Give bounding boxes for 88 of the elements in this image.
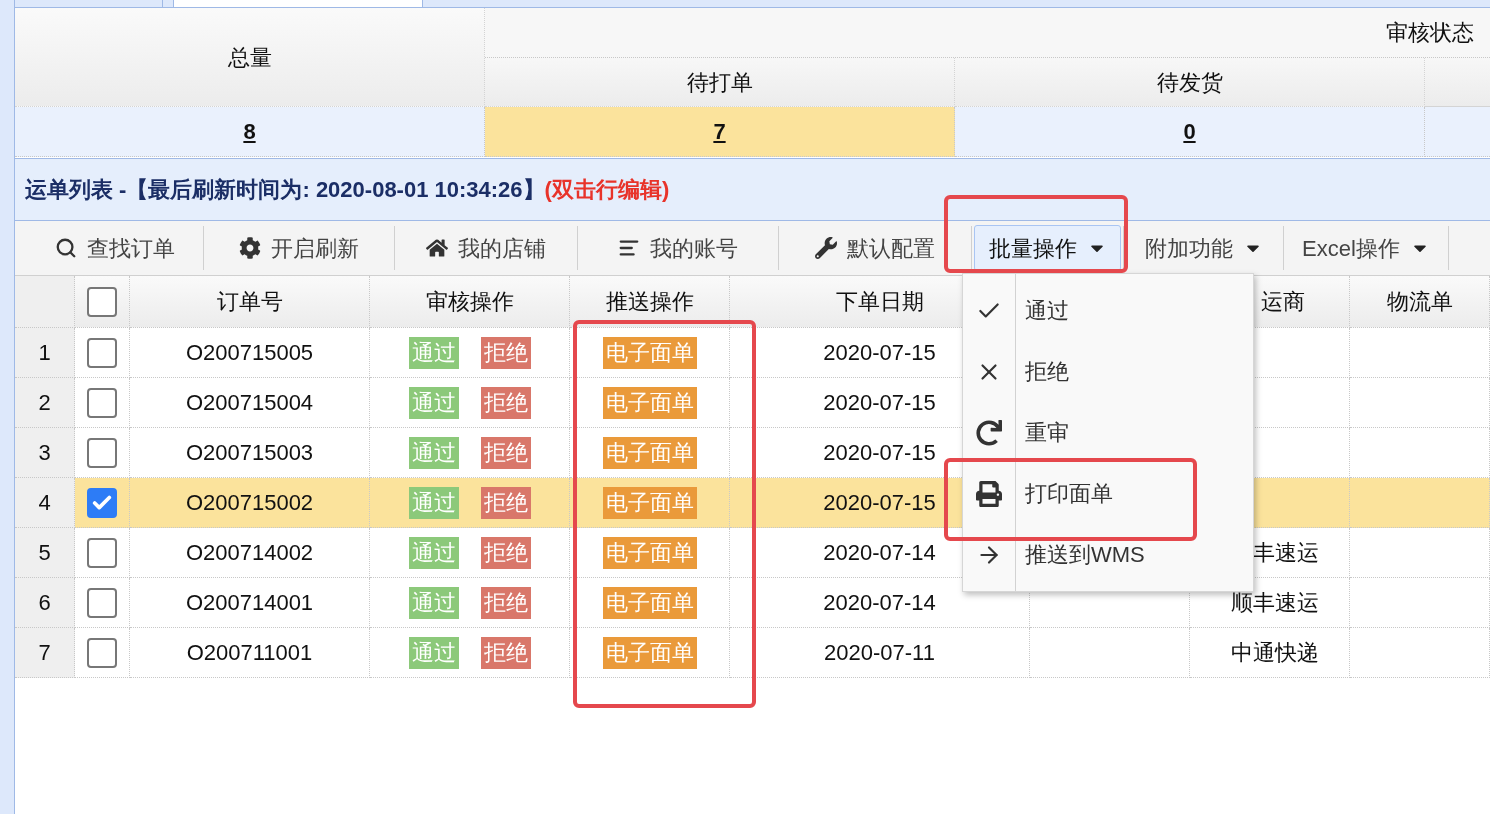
order-date: 2020-07-14 <box>823 589 936 617</box>
lines-icon <box>618 237 640 259</box>
column-header: 推送操作 <box>605 288 694 316</box>
waybill-tag[interactable]: 电子面单 <box>602 336 697 369</box>
order-date: 2020-07-11 <box>824 639 935 667</box>
order-number: O200715004 <box>185 389 314 417</box>
waybill-tag[interactable]: 电子面单 <box>602 536 697 569</box>
row-number: 2 <box>38 389 51 417</box>
order-date: 2020-07-15 <box>823 439 936 467</box>
order-number: O200715005 <box>185 339 314 367</box>
carrier-name: 顺丰速运 <box>1231 589 1319 617</box>
approve-tag[interactable]: 通过 <box>408 436 459 469</box>
row-number: 4 <box>38 489 51 517</box>
carrier-name: 中通快递 <box>1231 639 1319 667</box>
toolbar-button[interactable]: 查找订单 <box>29 225 201 271</box>
checkbox[interactable] <box>87 337 117 368</box>
approve-tag[interactable]: 通过 <box>408 486 459 519</box>
redo-icon <box>976 419 1002 446</box>
column-header: 审核操作 <box>425 288 514 316</box>
reject-tag[interactable]: 拒绝 <box>480 536 531 569</box>
menu-item[interactable]: 重审 <box>963 402 1253 463</box>
checkbox[interactable] <box>87 387 117 418</box>
gear-icon <box>239 237 261 259</box>
checkbox[interactable] <box>87 487 117 518</box>
waybill-tag[interactable]: 电子面单 <box>602 586 697 619</box>
toolbar-button[interactable]: 开启刷新 <box>206 225 392 271</box>
dropdown-button[interactable]: 附加功能 <box>1126 225 1281 271</box>
approve-tag[interactable]: 通过 <box>408 536 459 569</box>
table-header: 总量 <box>15 8 485 107</box>
toolbar-button[interactable]: 默认配置 <box>781 225 969 271</box>
count-cell[interactable]: 8 <box>15 107 485 157</box>
order-number: O200715002 <box>185 489 314 517</box>
count-cell[interactable]: 0 <box>955 107 1425 157</box>
row-number: 5 <box>38 539 51 567</box>
table-header: 待打单 <box>485 58 955 107</box>
approve-tag[interactable]: 通过 <box>408 586 459 619</box>
order-number: O200714002 <box>185 539 314 567</box>
table-header: 待发货 <box>955 58 1425 107</box>
waybill-tag[interactable]: 电子面单 <box>602 636 697 669</box>
waybill-tag[interactable]: 电子面单 <box>602 386 697 419</box>
waybill-tag[interactable]: 电子面单 <box>602 436 697 469</box>
row-number: 3 <box>38 439 51 467</box>
checkbox[interactable] <box>87 286 117 317</box>
order-number: O200711001 <box>186 639 313 667</box>
order-date: 2020-07-15 <box>823 489 936 517</box>
menu-item[interactable]: 拒绝 <box>963 341 1253 402</box>
column-header: 下单日期 <box>835 288 924 316</box>
column-header: 运商 <box>1261 288 1305 316</box>
approve-tag[interactable]: 通过 <box>408 386 459 419</box>
toolbar-button[interactable]: 我的店铺 <box>397 225 575 271</box>
dropdown-button[interactable]: 批量操作 <box>974 225 1121 271</box>
order-date: 2020-07-15 <box>823 389 936 417</box>
reject-tag[interactable]: 拒绝 <box>480 586 531 619</box>
menu-item[interactable]: 推送到WMS <box>963 524 1253 585</box>
checkbox[interactable] <box>87 637 117 668</box>
wrench-icon <box>815 237 837 259</box>
group-header: 审核状态 <box>1386 19 1474 47</box>
checkbox[interactable] <box>87 587 117 618</box>
edit-hint: (双击行编辑) <box>544 176 670 204</box>
dropdown-button[interactable]: Excel操作 <box>1286 225 1446 271</box>
reject-tag[interactable]: 拒绝 <box>480 636 531 669</box>
toolbar-button[interactable]: 我的账号 <box>580 225 776 271</box>
reject-tag[interactable]: 拒绝 <box>480 486 531 519</box>
waybill-tag[interactable]: 电子面单 <box>602 486 697 519</box>
reject-tag[interactable]: 拒绝 <box>480 386 531 419</box>
order-date: 2020-07-15 <box>823 339 936 367</box>
printer-icon <box>976 480 1002 507</box>
order-number: O200715003 <box>185 439 314 467</box>
row-number: 1 <box>38 339 51 367</box>
home-icon <box>426 237 448 259</box>
column-header: 订单号 <box>216 288 283 316</box>
checkbox[interactable] <box>87 437 117 468</box>
row-number: 6 <box>38 589 51 617</box>
row-number: 7 <box>38 639 51 667</box>
checkbox[interactable] <box>87 537 117 568</box>
approve-tag[interactable]: 通过 <box>408 636 459 669</box>
count-cell[interactable]: 7 <box>485 107 955 157</box>
carrier-name: 丰速运 <box>1253 539 1319 567</box>
list-title: 运单列表 -【最后刷新时间为: 2020-08-01 10:34:26】 <box>25 176 545 204</box>
column-header: 物流单 <box>1386 288 1453 316</box>
approve-tag[interactable]: 通过 <box>408 336 459 369</box>
search-icon <box>55 237 77 259</box>
order-date: 2020-07-14 <box>823 539 936 567</box>
menu-item[interactable]: 打印面单 <box>963 463 1253 524</box>
menu-item[interactable]: 通过 <box>963 280 1253 341</box>
reject-tag[interactable]: 拒绝 <box>480 336 531 369</box>
order-number: O200714001 <box>185 589 314 617</box>
reject-tag[interactable]: 拒绝 <box>480 436 531 469</box>
